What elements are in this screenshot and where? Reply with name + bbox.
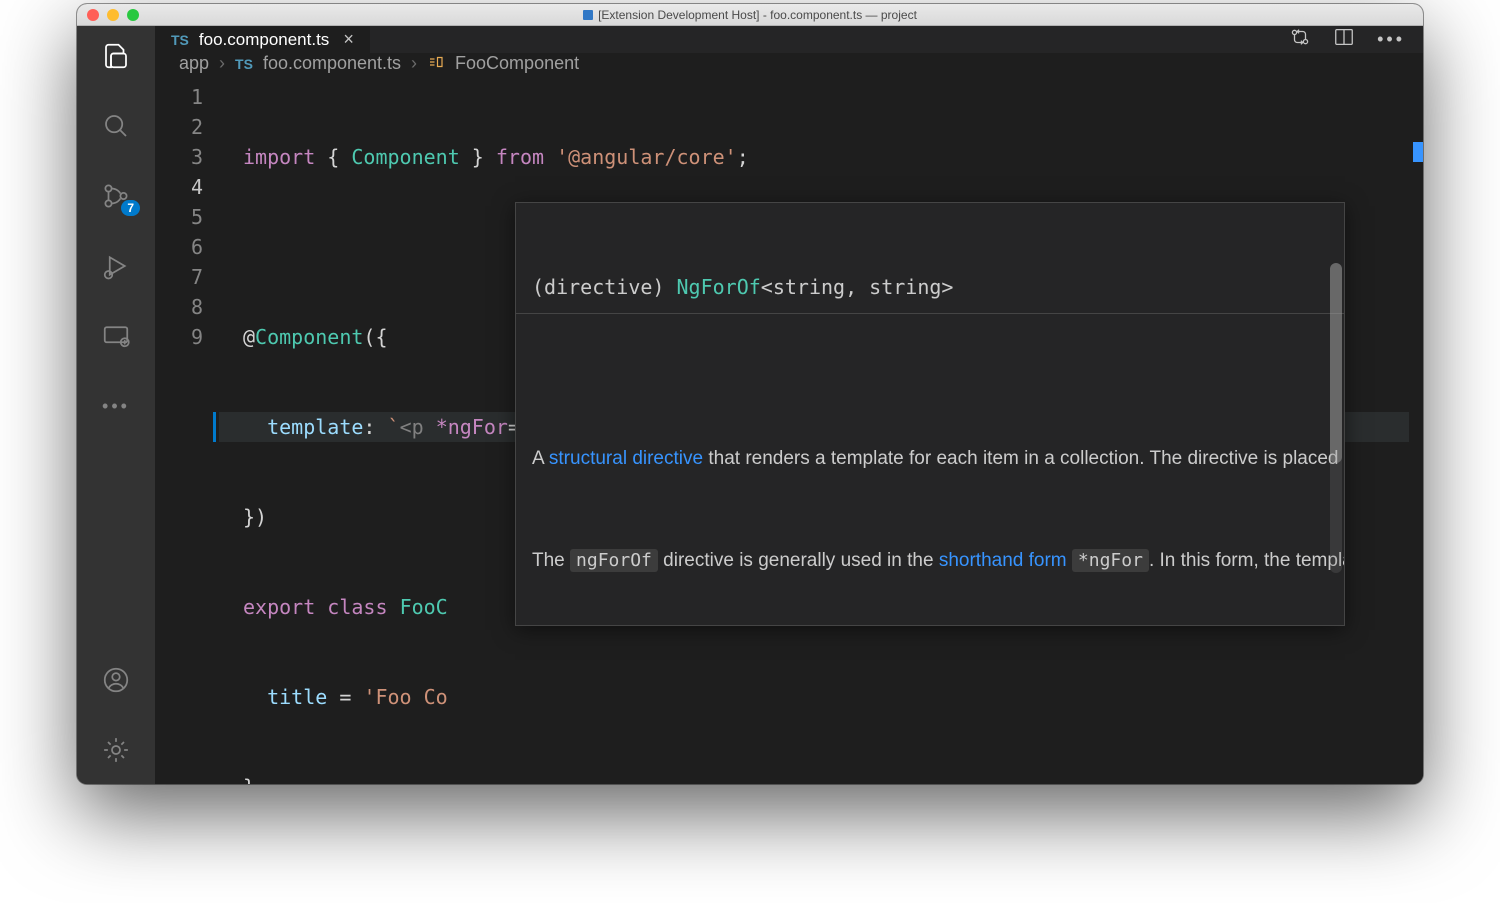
settings-gear-icon[interactable] xyxy=(100,734,132,766)
overview-ruler[interactable] xyxy=(1409,74,1423,784)
more-icon[interactable]: ••• xyxy=(100,390,132,422)
class-symbol-icon xyxy=(427,53,445,74)
window-controls xyxy=(87,9,139,21)
line-number-gutter: 1 2 3 4 5 6 7 8 9 xyxy=(155,74,219,784)
breadcrumb-seg-file[interactable]: foo.component.ts xyxy=(263,53,401,74)
code-line: } xyxy=(219,772,1423,784)
shorthand-form-link[interactable]: shorthand form xyxy=(939,550,1067,571)
chevron-right-icon: › xyxy=(411,53,417,74)
ts-file-icon: TS xyxy=(235,56,253,72)
search-icon[interactable] xyxy=(100,110,132,142)
breadcrumb-seg-app[interactable]: app xyxy=(179,53,209,74)
close-tab-icon[interactable]: × xyxy=(343,29,354,50)
accounts-icon[interactable] xyxy=(100,664,132,696)
close-window-button[interactable] xyxy=(87,9,99,21)
ts-file-icon: TS xyxy=(171,32,189,48)
explorer-icon[interactable] xyxy=(100,40,132,72)
ts-file-icon xyxy=(583,10,593,20)
hover-scrollbar-thumb[interactable] xyxy=(1330,263,1342,463)
code-area[interactable]: import { Component } from '@angular/core… xyxy=(219,74,1423,784)
hover-tooltip: (directive) NgForOf<string, string> A st… xyxy=(515,202,1345,626)
zoom-window-button[interactable] xyxy=(127,9,139,21)
run-debug-icon[interactable] xyxy=(100,250,132,282)
code-line: title = 'Foo Co xyxy=(219,682,1423,712)
source-control-icon[interactable]: 7 xyxy=(100,180,132,212)
code-line: import { Component } from '@angular/core… xyxy=(219,142,1423,172)
window-title: [Extension Development Host] - foo.compo… xyxy=(77,8,1423,22)
structural-directive-link[interactable]: structural directive xyxy=(549,448,703,469)
chevron-right-icon: › xyxy=(219,53,225,74)
more-actions-icon[interactable]: ••• xyxy=(1377,29,1405,50)
breadcrumb-seg-symbol[interactable]: FooComponent xyxy=(455,53,579,74)
hover-signature: (directive) NgForOf<string, string> xyxy=(516,262,1344,314)
vscode-window: [Extension Development Host] - foo.compo… xyxy=(77,4,1423,784)
window-title-text: [Extension Development Host] - foo.compo… xyxy=(598,8,917,22)
scm-badge: 7 xyxy=(121,200,140,216)
breadcrumb[interactable]: app › TS foo.component.ts › FooComponent xyxy=(155,53,1423,74)
remote-icon[interactable] xyxy=(100,320,132,352)
activity-bar: 7 ••• xyxy=(77,26,155,784)
split-editor-icon[interactable] xyxy=(1333,26,1355,53)
minimize-window-button[interactable] xyxy=(107,9,119,21)
ruler-marker xyxy=(1413,142,1423,162)
code-editor[interactable]: 1 2 3 4 5 6 7 8 9 import { Component } f… xyxy=(155,74,1423,784)
tab-bar: TS foo.component.ts × ••• xyxy=(155,26,1423,53)
editor-actions: ••• xyxy=(1289,26,1423,53)
tab-foo-component[interactable]: TS foo.component.ts × xyxy=(155,26,371,53)
hover-body[interactable]: A structural directive that renders a te… xyxy=(516,373,1344,626)
titlebar: [Extension Development Host] - foo.compo… xyxy=(77,4,1423,26)
compare-changes-icon[interactable] xyxy=(1289,26,1311,53)
tab-filename: foo.component.ts xyxy=(199,30,329,50)
editor-group: TS foo.component.ts × ••• xyxy=(155,26,1423,784)
